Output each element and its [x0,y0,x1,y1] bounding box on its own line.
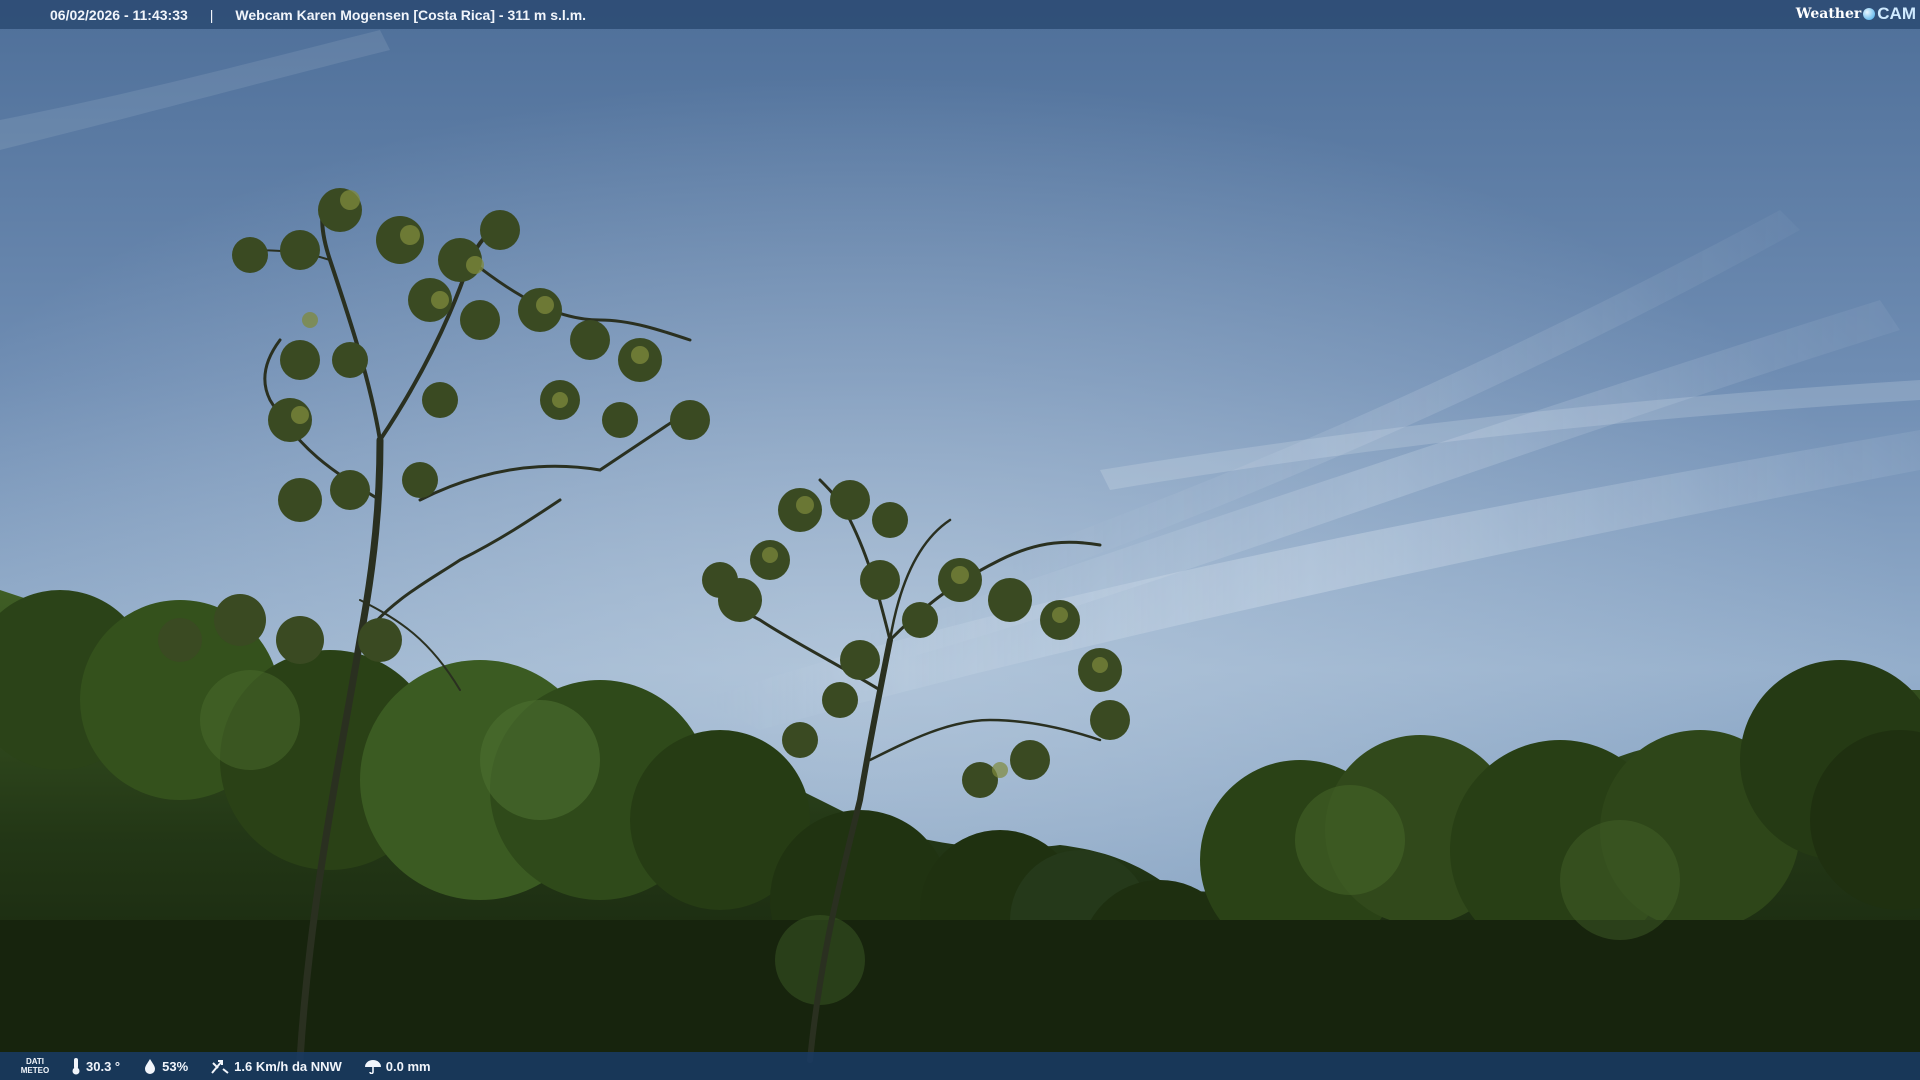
humidity-drop-icon [145,1059,156,1074]
weather-data-bar: DATI METEO 30.3 ° 53% 1.6 Km/h da NNW 0.… [0,1052,1920,1080]
rain-value: 0.0 mm [385,1058,431,1074]
separator: | [209,6,214,23]
humidity-reading: 53% [142,1058,188,1074]
humidity-value: 53% [162,1058,189,1074]
webcam-title: Webcam Karen Mogensen [Costa Rica] - 311… [235,6,587,23]
temperature-reading: 30.3 ° [70,1057,120,1075]
logo-globe-icon [1863,8,1876,20]
logo-weather-text: Weather [1795,6,1862,22]
temperature-value: 30.3 ° [86,1058,121,1074]
webcam-scene [0,0,1920,1080]
timestamp: 06/02/2026 - 11:43:33 [50,6,188,23]
rain-reading: 0.0 mm [364,1058,431,1074]
weathercam-logo: Weather CAM [1796,3,1916,25]
thermometer-icon [72,1058,80,1075]
wind-icon [211,1060,229,1074]
logo-cam-text: CAM [1877,4,1916,23]
top-info-bar: 06/02/2026 - 11:43:33 | Webcam Karen Mog… [0,0,1920,29]
wind-reading: 1.6 Km/h da NNW [210,1057,342,1075]
wind-value: 1.6 Km/h da NNW [234,1058,342,1074]
umbrella-rain-icon [364,1060,381,1074]
dati-meteo-label: DATI METEO [20,1057,50,1075]
